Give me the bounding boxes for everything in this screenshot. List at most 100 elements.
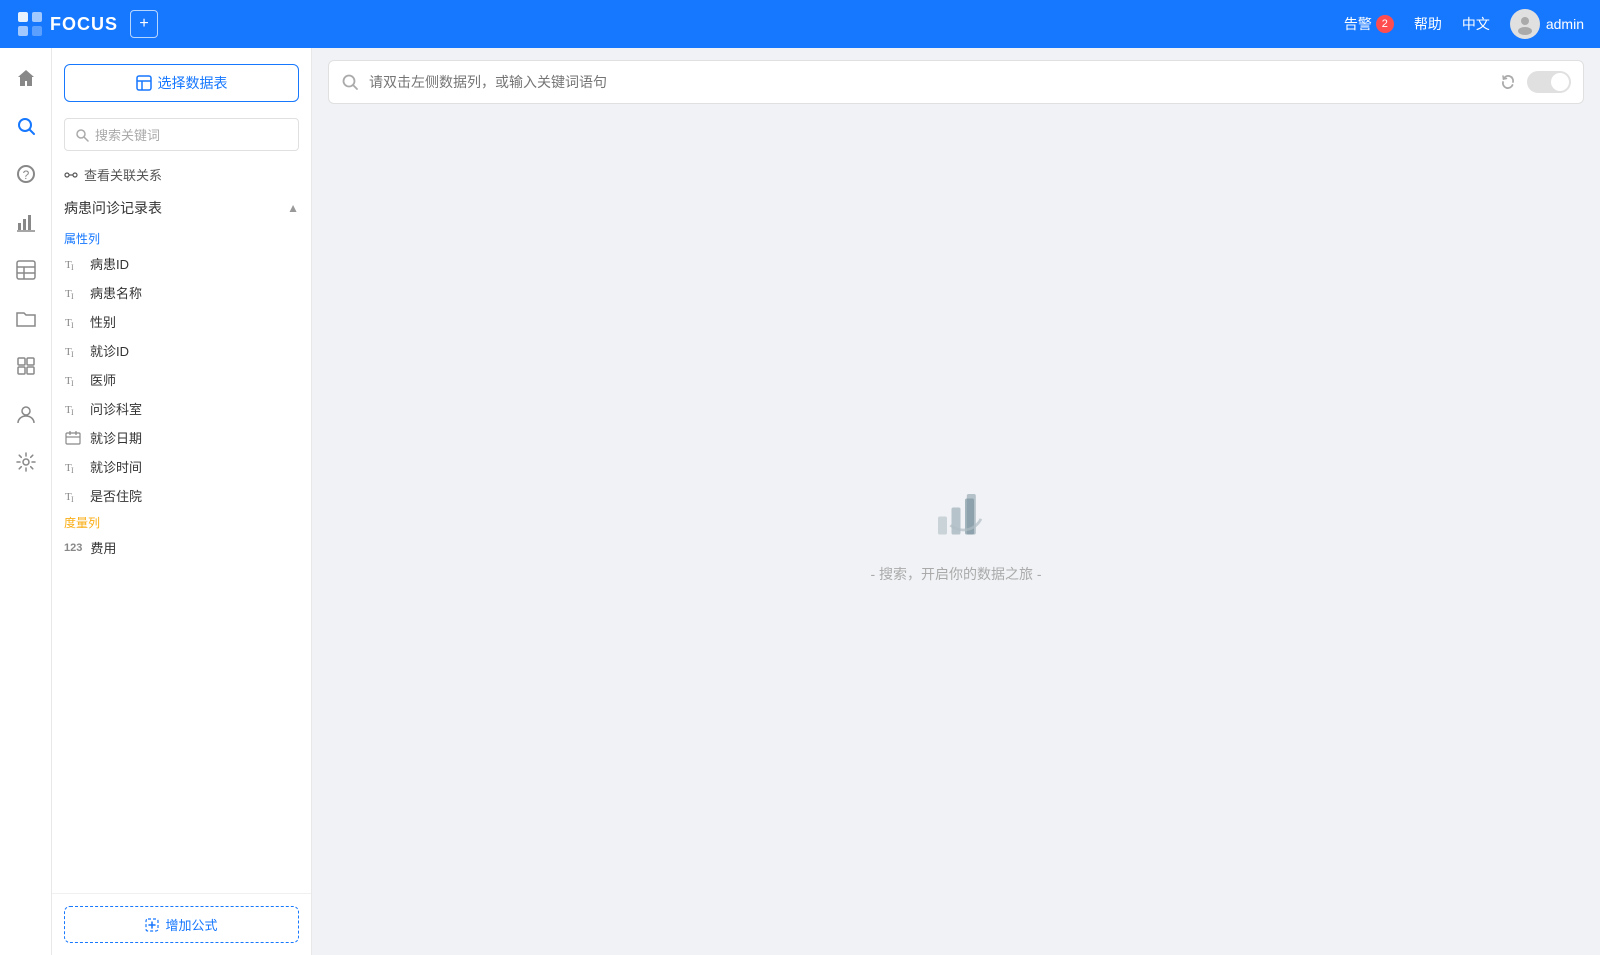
folder-icon	[15, 307, 37, 329]
sidebar-item-search[interactable]	[6, 106, 46, 146]
col-item-hospitalized[interactable]: T I 是否住院	[52, 481, 311, 510]
settings-icon	[15, 451, 37, 473]
text-icon-4: T I	[65, 344, 81, 358]
lang-button[interactable]: 中文	[1462, 14, 1490, 34]
date-type-icon	[64, 431, 82, 445]
avatar-icon	[1514, 13, 1536, 35]
add-formula-button[interactable]: 增加公式	[64, 906, 299, 943]
help-button[interactable]: 帮助	[1414, 14, 1442, 34]
add-formula-label: 增加公式	[165, 915, 217, 934]
svg-text:?: ?	[22, 168, 29, 182]
query-search-bar[interactable]	[328, 60, 1584, 104]
user-menu[interactable]: admin	[1510, 9, 1584, 39]
empty-state-text: - 搜索，开启你的数据之旅 -	[870, 564, 1041, 584]
col-item-doctor[interactable]: T I 医师	[52, 365, 311, 394]
alert-badge: 2	[1376, 15, 1394, 33]
col-item-visit-time[interactable]: T I 就诊时间	[52, 452, 311, 481]
sidebar-item-data[interactable]	[6, 346, 46, 386]
number-type-icon: 123	[64, 542, 82, 554]
col-name-cost: 费用	[90, 538, 116, 557]
sidebar-top: 选择数据表	[52, 48, 311, 110]
analytics-icon	[15, 211, 37, 233]
sidebar-item-user[interactable]	[6, 394, 46, 434]
col-name-dept: 问诊科室	[90, 399, 142, 418]
query-search-icon	[341, 73, 359, 91]
toggle-switch[interactable]	[1527, 71, 1571, 93]
text-icon-7: T I	[65, 460, 81, 474]
empty-state: - 搜索，开启你的数据之旅 -	[312, 104, 1600, 955]
avatar	[1510, 9, 1540, 39]
logo-icon	[16, 10, 44, 38]
svg-text:I: I	[71, 292, 74, 300]
search-bar-controls	[1499, 71, 1571, 93]
svg-text:I: I	[71, 379, 74, 387]
text-icon: T I	[65, 257, 81, 271]
add-tab-button[interactable]: +	[130, 10, 158, 38]
svg-text:I: I	[71, 408, 74, 416]
add-formula-icon	[145, 918, 159, 932]
col-item-gender[interactable]: T I 性别	[52, 307, 311, 336]
date-icon	[65, 431, 81, 445]
col-name-patient-name: 病患名称	[90, 283, 142, 302]
view-relation-link[interactable]: 查看关联关系	[52, 159, 311, 190]
sidebar-search[interactable]: 搜索关键词	[64, 118, 299, 151]
alert-label: 告警	[1344, 14, 1372, 34]
col-item-patient-id[interactable]: T I 病患ID	[52, 249, 311, 278]
home-icon	[15, 67, 37, 89]
sidebar-search-icon	[75, 128, 89, 142]
svg-text:I: I	[71, 321, 74, 329]
table-nav-icon	[15, 259, 37, 281]
text-icon-8: T I	[65, 489, 81, 503]
sidebar-item-help[interactable]: ?	[6, 154, 46, 194]
col-name-patient-id: 病患ID	[90, 254, 129, 273]
toggle-knob	[1551, 73, 1569, 91]
select-table-label: 选择数据表	[158, 73, 228, 93]
svg-text:I: I	[71, 495, 74, 503]
col-item-dept[interactable]: T I 问诊科室	[52, 394, 311, 423]
col-item-visit-date[interactable]: 就诊日期	[52, 423, 311, 452]
col-name-doctor: 医师	[90, 370, 116, 389]
text-type-icon-8: T I	[64, 489, 82, 503]
logo-text: FOCUS	[50, 14, 118, 35]
sidebar-item-analytics[interactable]	[6, 202, 46, 242]
col-item-visit-id[interactable]: T I 就诊ID	[52, 336, 311, 365]
col-name-visit-date: 就诊日期	[90, 428, 142, 447]
topbar: FOCUS + 告警 2 帮助 中文 admin	[0, 0, 1600, 48]
main-content: - 搜索，开启你的数据之旅 -	[312, 48, 1600, 955]
empty-state-icon	[920, 476, 992, 548]
refresh-icon[interactable]	[1499, 73, 1517, 91]
text-type-icon-5: T I	[64, 373, 82, 387]
sidebar-bottom: 增加公式	[52, 893, 311, 955]
text-icon-2: T I	[65, 286, 81, 300]
alert-button[interactable]: 告警 2	[1344, 14, 1394, 34]
select-table-button[interactable]: 选择数据表	[64, 64, 299, 102]
col-name-visit-id: 就诊ID	[90, 341, 129, 360]
text-type-icon-6: T I	[64, 402, 82, 416]
svg-text:I: I	[71, 263, 74, 271]
col-item-cost[interactable]: 123 费用	[52, 533, 311, 562]
user-name: admin	[1546, 16, 1584, 32]
col-item-patient-name[interactable]: T I 病患名称	[52, 278, 311, 307]
table-section: 病患问诊记录表 ▲ 属性列 T I 病患ID T I	[52, 190, 311, 893]
text-type-icon: T I	[64, 257, 82, 271]
view-relation-label: 查看关联关系	[84, 165, 162, 184]
sidebar-item-home[interactable]	[6, 58, 46, 98]
data-sidebar: 选择数据表 搜索关键词 查看关联关系 病患问诊记录表 ▲ 属性列	[52, 48, 312, 955]
sidebar-item-table[interactable]	[6, 250, 46, 290]
table-select-icon	[136, 75, 152, 91]
col-name-gender: 性别	[90, 312, 116, 331]
relation-icon	[64, 168, 78, 182]
collapse-icon: ▲	[287, 201, 299, 215]
text-type-icon-2: T I	[64, 286, 82, 300]
table-name: 病患问诊记录表	[64, 198, 162, 218]
search-nav-icon	[15, 115, 37, 137]
topbar-right: 告警 2 帮助 中文 admin	[1344, 9, 1584, 39]
sidebar-item-folder[interactable]	[6, 298, 46, 338]
sidebar-search-placeholder: 搜索关键词	[95, 125, 160, 144]
user-nav-icon	[15, 403, 37, 425]
sidebar-item-settings[interactable]	[6, 442, 46, 482]
measure-col-label: 度量列	[52, 510, 311, 533]
table-header[interactable]: 病患问诊记录表 ▲	[52, 190, 311, 226]
query-input[interactable]	[369, 74, 1489, 90]
svg-text:I: I	[71, 466, 74, 474]
